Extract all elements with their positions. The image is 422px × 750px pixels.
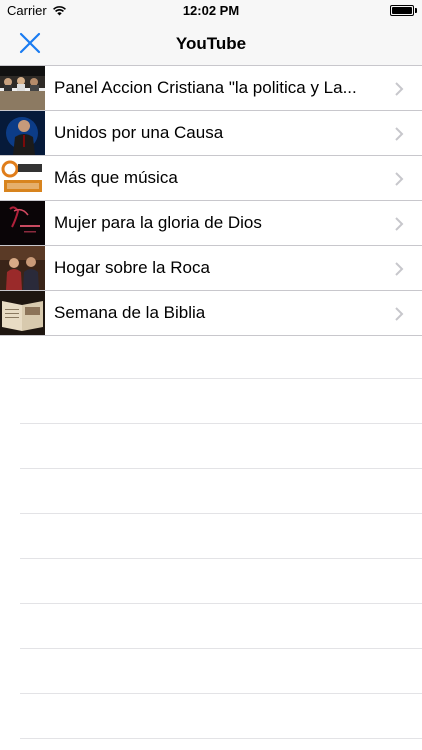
empty-separator (20, 604, 422, 649)
page-title: YouTube (175, 34, 247, 53)
list-item-label: Hogar sobre la Roca (54, 258, 210, 277)
list-item-label: Unidos por una Causa (54, 123, 224, 142)
list-item[interactable]: Panel Accion Cristiana "la politica y La… (0, 66, 422, 111)
chevron-right-icon (395, 307, 404, 321)
empty-separator (20, 514, 422, 559)
video-list: Panel Accion Cristiana "la politica y La… (0, 66, 422, 336)
unidos-thumbnail (0, 111, 45, 155)
empty-separator (20, 424, 422, 469)
panel-thumbnail (0, 66, 45, 110)
battery-tip (415, 8, 417, 13)
list-item[interactable]: Mujer para la gloria de Dios (0, 201, 422, 246)
chevron-right-icon (395, 82, 404, 96)
list-item[interactable]: Unidos por una Causa (0, 111, 422, 156)
mas-que-musica-thumbnail (0, 156, 45, 200)
empty-table-area (0, 334, 422, 739)
nav-bar: YouTube (0, 22, 422, 66)
list-item-label: Más que música (54, 168, 178, 187)
hogar-thumbnail (0, 246, 45, 290)
list-item[interactable]: Más que música (0, 156, 422, 201)
chevron-right-icon (395, 262, 404, 276)
empty-separator (20, 559, 422, 604)
chevron-right-icon (395, 127, 404, 141)
mujer-thumbnail (0, 201, 45, 245)
empty-separator (20, 334, 422, 379)
list-item[interactable]: Semana de la Biblia (0, 291, 422, 336)
status-bar: Carrier 12:02 PM (0, 0, 422, 22)
empty-separator (20, 649, 422, 694)
battery-icon (390, 5, 414, 16)
empty-separator (20, 379, 422, 424)
list-item-label: Mujer para la gloria de Dios (54, 213, 262, 232)
status-time: 12:02 PM (182, 3, 240, 18)
chevron-right-icon (395, 217, 404, 231)
empty-separator (20, 469, 422, 514)
chevron-right-icon (395, 172, 404, 186)
list-item-label: Panel Accion Cristiana "la politica y La… (54, 78, 357, 97)
semana-thumbnail (0, 291, 45, 335)
list-item[interactable]: Hogar sobre la Roca (0, 246, 422, 291)
list-item-label: Semana de la Biblia (54, 303, 206, 322)
empty-separator (20, 694, 422, 739)
